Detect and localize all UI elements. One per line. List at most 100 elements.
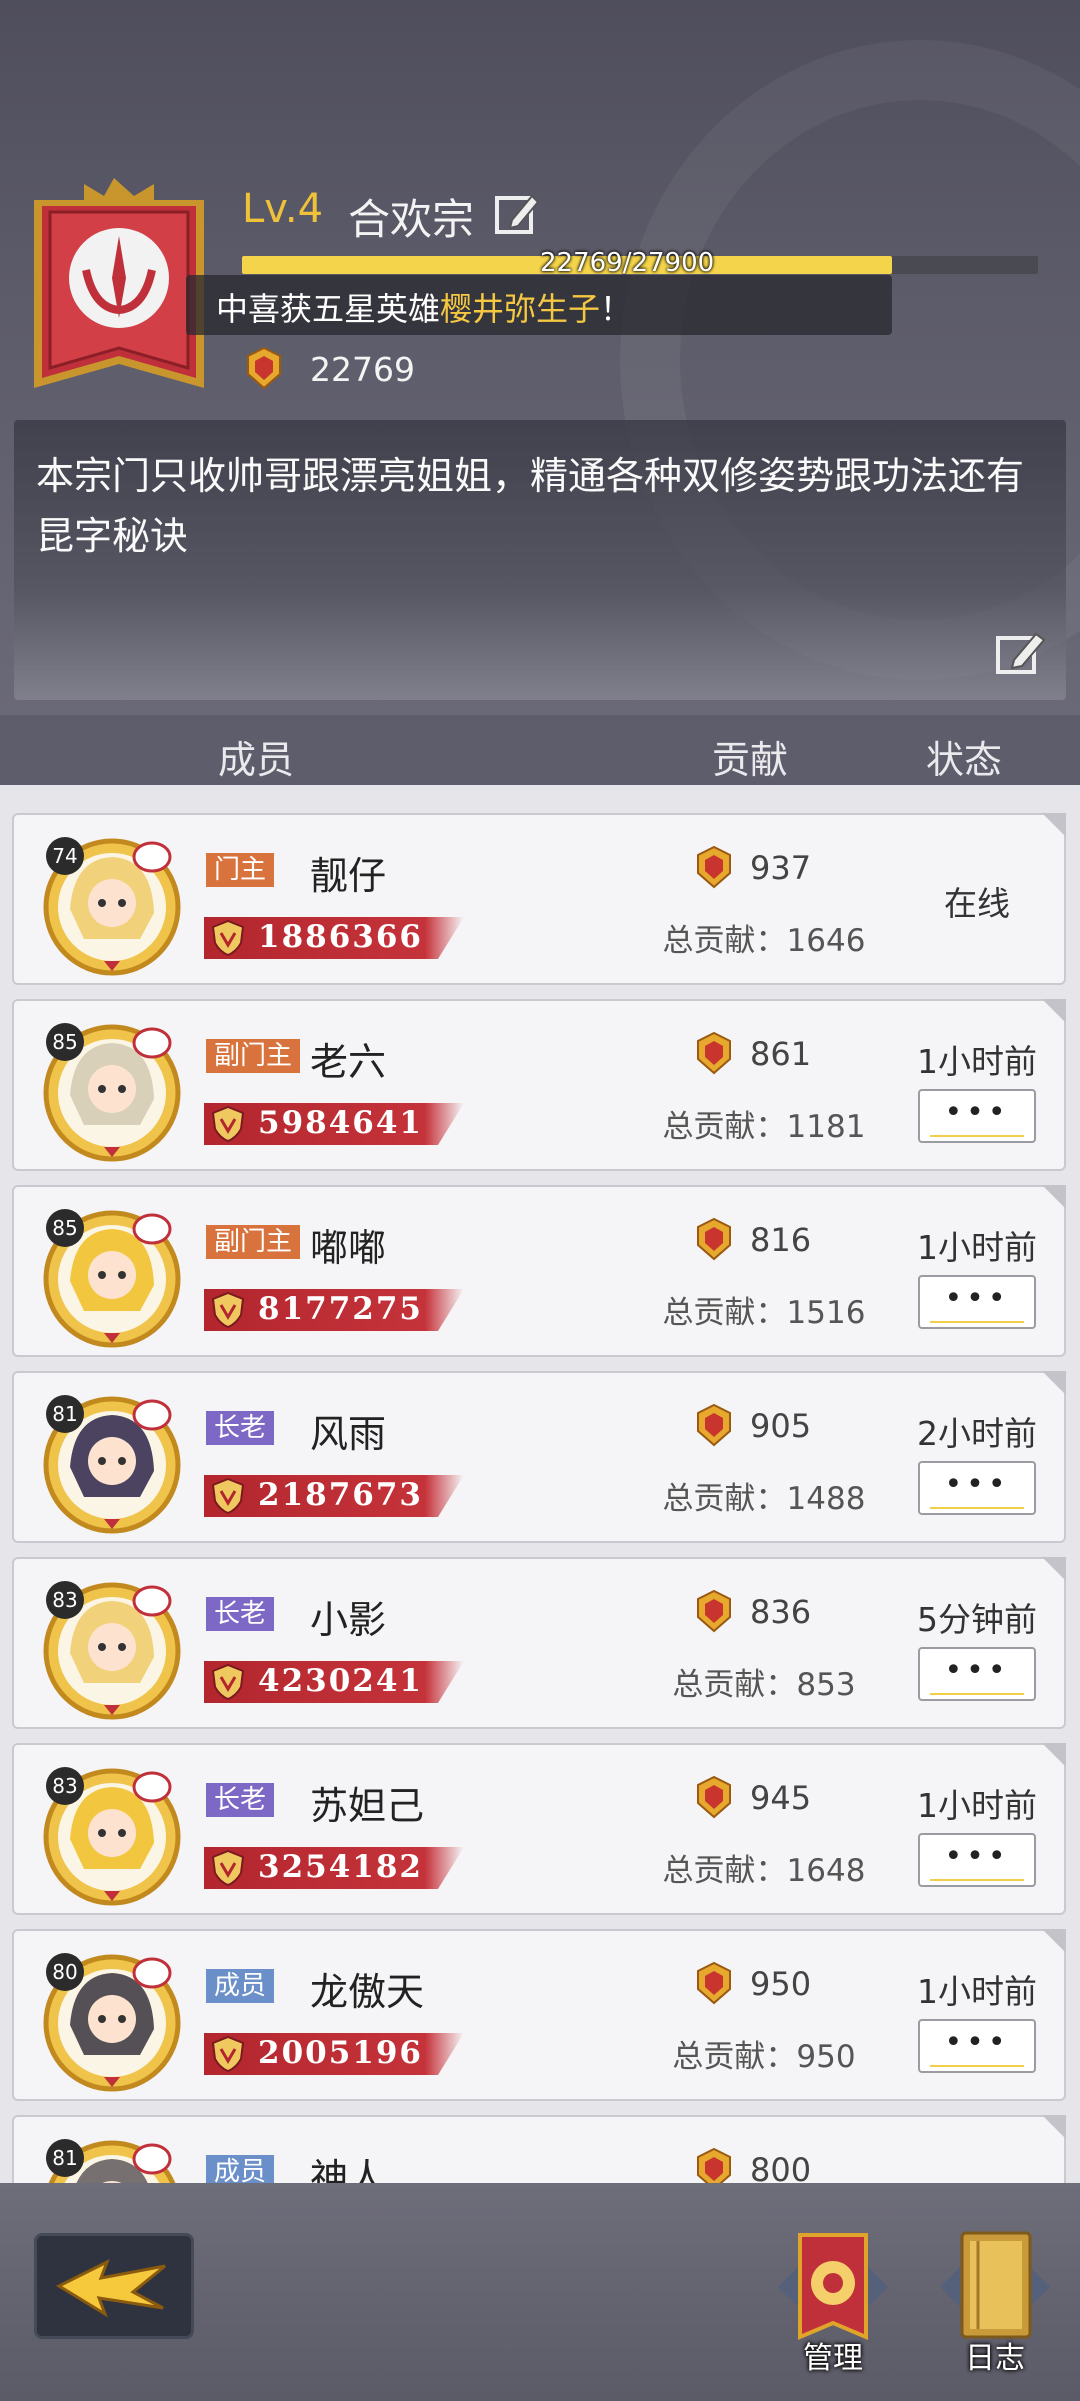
corner-decoration (1042, 1371, 1066, 1395)
member-name: 靓仔 (310, 854, 387, 898)
power-shield-icon (211, 1663, 245, 1701)
more-options-button[interactable]: ••• (918, 1461, 1036, 1515)
power-shield-icon (211, 919, 245, 957)
guild-points: 22769 (310, 350, 415, 389)
power-shield-icon (211, 2035, 245, 2073)
member-status: 1小时前 (917, 1972, 1037, 2011)
member-level-badge: 74 (46, 837, 84, 875)
total-contribution-wrap: 总贡献：1516 (634, 1187, 894, 1359)
member-power: 4230241 (258, 1663, 423, 1699)
member-name: 老六 (310, 1040, 387, 1084)
member-power: 8177275 (258, 1291, 423, 1327)
member-total-contribution: 总贡献：1646 (662, 923, 866, 959)
corner-decoration (1042, 2115, 1066, 2139)
back-button[interactable] (34, 2233, 194, 2339)
member-level-badge: 81 (46, 1395, 84, 1433)
back-arrow-icon (55, 2258, 166, 2318)
guild-header: Lv.4 合欢宗 22769/27900 中喜获五星英雄樱井弥生子！ 22769… (0, 0, 1080, 715)
member-role-tag: 长老 (206, 1597, 275, 1631)
more-options-button[interactable]: ••• (918, 1089, 1036, 1143)
news-prefix: 中喜获五星英雄 (216, 290, 441, 328)
more-options-button[interactable]: ••• (918, 2019, 1036, 2073)
edit-description-icon[interactable] (994, 628, 1048, 678)
member-role-tag: 门主 (206, 853, 275, 887)
member-total-contribution: 总贡献：950 (672, 2039, 856, 2075)
log-label: 日志 (965, 2341, 1025, 2376)
column-member: 成员 (218, 738, 295, 782)
member-level-badge: 83 (46, 1767, 84, 1805)
more-options-button[interactable]: ••• (918, 1647, 1036, 1701)
member-power-bar: 8177275 (204, 1289, 464, 1331)
corner-decoration (1042, 999, 1066, 1023)
member-power-bar: 3254182 (204, 1847, 464, 1889)
member-name: 风雨 (310, 1412, 387, 1456)
member-power-bar: 5984641 (204, 1103, 464, 1145)
member-level-badge: 81 (46, 2139, 84, 2177)
corner-decoration (1042, 1185, 1066, 1209)
log-button[interactable]: 日志 (920, 2227, 1070, 2377)
member-power: 2005196 (258, 2035, 423, 2071)
guild-level: Lv.4 (242, 186, 324, 232)
member-status: 1小时前 (917, 1228, 1037, 1267)
member-role-tag: 成员 (206, 1969, 275, 2003)
guild-name: 合欢宗 (348, 195, 475, 244)
member-status: 5分钟前 (917, 1600, 1037, 1639)
total-contribution-wrap: 总贡献：1488 (634, 1373, 894, 1545)
member-level-badge: 85 (46, 1023, 84, 1061)
member-row[interactable]: 81成员神人8001小时前 (12, 2115, 1066, 2183)
member-row[interactable]: 85 副门主 老六 5984641 861 总贡献：1181 1小时前 ••• (12, 999, 1066, 1171)
member-power: 5984641 (258, 1105, 423, 1141)
member-power-bar: 2005196 (204, 2033, 464, 2075)
member-role-tag: 长老 (206, 1783, 275, 1817)
total-contribution-wrap: 总贡献：853 (634, 1559, 894, 1731)
member-role-tag: 长老 (206, 1411, 275, 1445)
member-list-header: 成员 贡献 状态 (0, 715, 1080, 785)
member-total-contribution: 总贡献：853 (672, 1667, 856, 1703)
total-contribution-wrap: 总贡献：1646 (634, 815, 894, 987)
column-contribution: 贡献 (712, 738, 789, 782)
power-shield-icon (211, 1477, 245, 1515)
corner-decoration (1042, 1929, 1066, 1953)
member-row[interactable]: 74 门主 靓仔 1886366 937 总贡献：1646 在线 (12, 813, 1066, 985)
member-row[interactable]: 83 长老 小影 4230241 836 总贡献：853 5分钟前 ••• (12, 1557, 1066, 1729)
member-role-tag: 副门主 (206, 1225, 301, 1259)
member-total-contribution: 总贡献：1516 (662, 1295, 866, 1331)
member-total-contribution: 总贡献：1181 (662, 1109, 866, 1145)
column-status: 状态 (926, 738, 1003, 782)
member-name: 小影 (310, 1598, 387, 1642)
more-options-button[interactable]: ••• (918, 1833, 1036, 1887)
guild-description-box: 本宗门只收帅哥跟漂亮姐姐，精通各种双修姿势跟功法还有昆字秘诀 (14, 420, 1066, 700)
member-name: 龙傲天 (310, 1970, 425, 2014)
member-name: 神人 (310, 2156, 387, 2183)
exp-text: 22769/27900 (540, 248, 715, 278)
member-role-tag: 副门主 (206, 1039, 301, 1073)
member-row[interactable]: 81 长老 风雨 2187673 905 总贡献：1488 2小时前 ••• (12, 1371, 1066, 1543)
member-name: 苏妲己 (310, 1784, 425, 1828)
power-shield-icon (211, 1105, 245, 1143)
member-total-contribution: 总贡献：1648 (662, 1853, 866, 1889)
member-power: 1886366 (258, 919, 423, 955)
member-name: 嘟嘟 (310, 1226, 387, 1270)
total-contribution-wrap: 总贡献：950 (634, 1931, 894, 2103)
total-contribution-wrap: 总贡献：1181 (634, 1001, 894, 1173)
member-level-badge: 85 (46, 1209, 84, 1247)
guild-description: 本宗门只收帅哥跟漂亮姐姐，精通各种双修姿势跟功法还有昆字秘诀 (36, 454, 1025, 558)
bottom-bar: 管理 日志 (0, 2183, 1080, 2401)
edit-name-icon[interactable] (494, 190, 540, 236)
manage-button[interactable]: 管理 (758, 2227, 908, 2377)
total-contribution-wrap (634, 2117, 894, 2183)
manage-label: 管理 (803, 2341, 863, 2376)
member-status: 在线 (944, 884, 1010, 923)
member-power: 2187673 (258, 1477, 423, 1513)
member-list[interactable]: 74 门主 靓仔 1886366 937 总贡献：1646 在线 85 副门主 老六 5984641… (0, 785, 1080, 2183)
news-suffix: ！ (600, 290, 633, 328)
member-level-badge: 80 (46, 1953, 84, 1991)
more-options-button[interactable]: ••• (918, 1275, 1036, 1329)
member-power-bar: 4230241 (204, 1661, 464, 1703)
member-row[interactable]: 85 副门主 嘟嘟 8177275 816 总贡献：1516 1小时前 ••• (12, 1185, 1066, 1357)
power-shield-icon (211, 1291, 245, 1329)
news-text: 中喜获五星英雄樱井弥生子！ (216, 284, 632, 330)
member-row[interactable]: 83 长老 苏妲己 3254182 945 总贡献：1648 1小时前 ••• (12, 1743, 1066, 1915)
member-row[interactable]: 80 成员 龙傲天 2005196 950 总贡献：950 1小时前 ••• (12, 1929, 1066, 2101)
power-shield-icon (211, 1849, 245, 1887)
